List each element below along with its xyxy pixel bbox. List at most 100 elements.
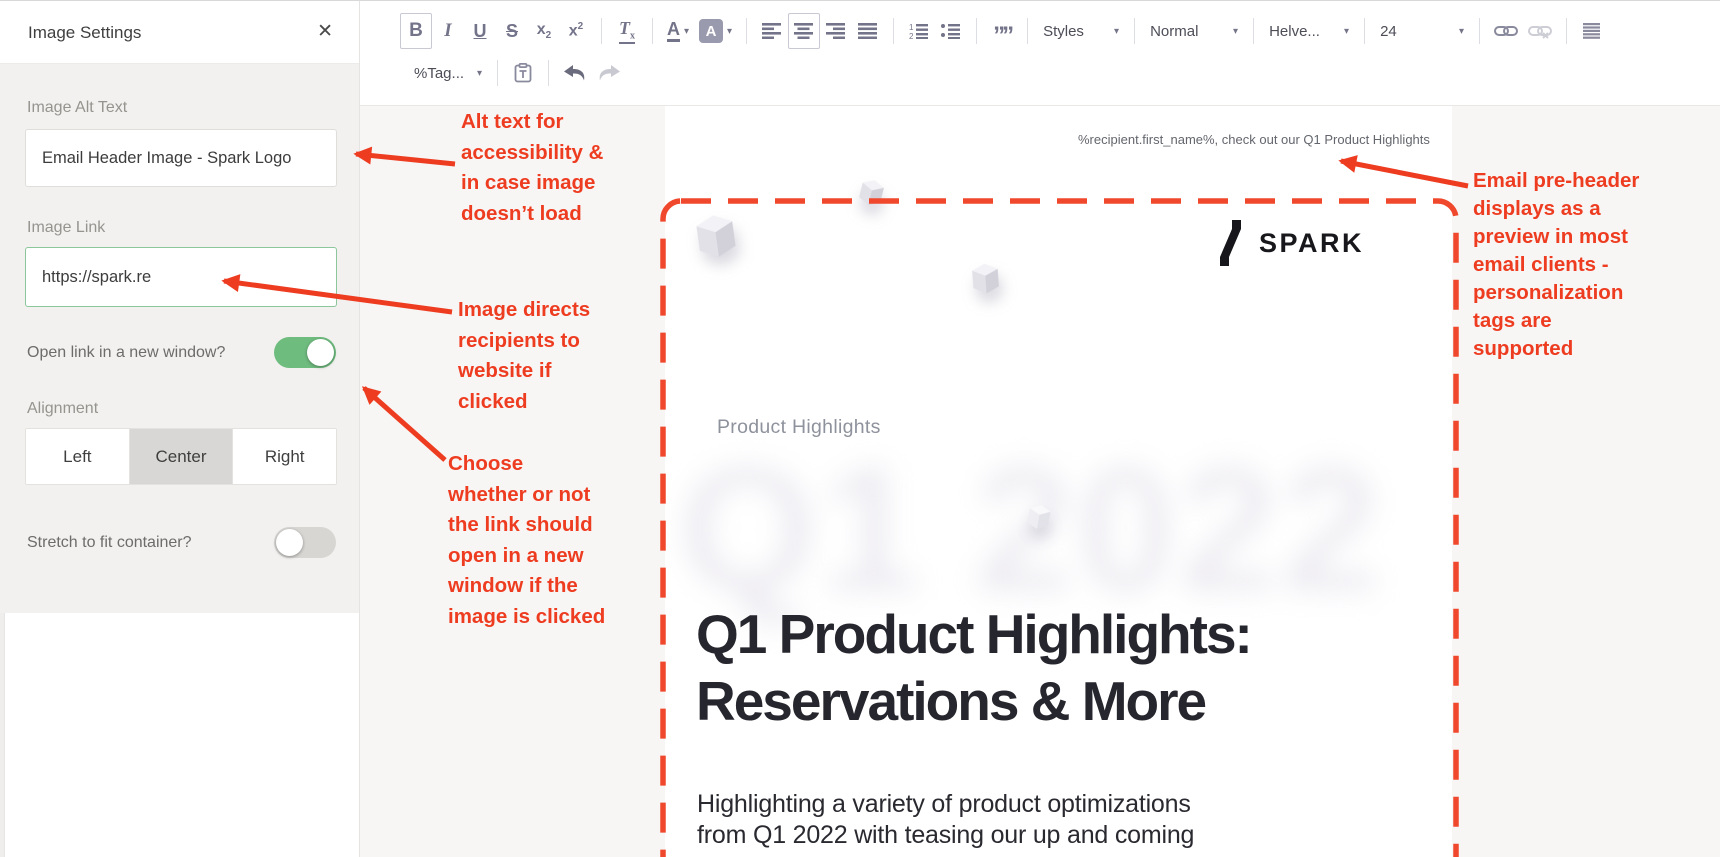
chevron-down-icon: ▾ — [684, 25, 690, 37]
toolbar-separator — [746, 18, 748, 44]
remove-link-button[interactable] — [1523, 13, 1557, 49]
bullet-list-button[interactable] — [935, 13, 967, 49]
spark-logo-icon — [1220, 220, 1241, 266]
font-size-dropdown[interactable]: 24 ▾ — [1374, 13, 1470, 49]
numbered-list-button[interactable]: 12 — [903, 13, 935, 49]
toolbar-separator — [1134, 18, 1136, 44]
bold-icon: B — [409, 20, 423, 41]
strikethrough-button[interactable]: S — [496, 13, 528, 49]
email-editor-app: Image Settings ✕ Image Alt Text Image Li… — [0, 0, 1720, 857]
bullet-list-icon — [941, 24, 961, 39]
numbered-list-icon: 12 — [909, 23, 929, 39]
chevron-down-icon: ▾ — [1459, 25, 1465, 37]
justify-button[interactable] — [852, 13, 884, 49]
superscript-button[interactable]: x2 — [560, 13, 592, 49]
email-heading: Q1 Product Highlights: Reservations & Mo… — [696, 601, 1253, 735]
new-window-toggle[interactable] — [274, 337, 336, 368]
line-height-icon — [1583, 23, 1601, 39]
alt-text-input[interactable] — [25, 129, 337, 187]
alt-text-label: Image Alt Text — [27, 99, 128, 116]
panel-body: Image Alt Text Image Link Open link in a… — [0, 64, 359, 613]
redo-button[interactable] — [592, 55, 626, 91]
email-preheader-text[interactable]: %recipient.first_name%, check out our Q1… — [1078, 132, 1430, 147]
undo-icon — [564, 65, 585, 81]
chevron-down-icon: ▾ — [1233, 25, 1239, 37]
email-heading-line1: Q1 Product Highlights: — [696, 603, 1253, 665]
background-color-button[interactable]: A ▾ — [694, 13, 737, 49]
superscript-icon: x2 — [568, 21, 584, 40]
toggle-knob — [276, 529, 303, 556]
email-body-line1: Highlighting a variety of product optimi… — [697, 790, 1191, 818]
toolbar-separator — [652, 18, 653, 44]
undo-button[interactable] — [558, 55, 592, 91]
image-settings-panel: Image Settings ✕ Image Alt Text Image Li… — [0, 1, 360, 857]
italic-icon: I — [444, 20, 452, 41]
font-dropdown[interactable]: Helve... ▾ — [1263, 13, 1355, 49]
toolbar-separator — [497, 60, 498, 86]
toolbar-separator — [1364, 18, 1366, 44]
chevron-down-icon: ▾ — [727, 25, 733, 37]
paste-clipboard-icon — [514, 63, 532, 83]
svg-text:2: 2 — [909, 32, 914, 39]
toolbar-separator — [1479, 18, 1481, 44]
new-window-label: Open link in a new window? — [27, 344, 226, 361]
spark-logo: SPARK — [1220, 220, 1364, 266]
strikethrough-icon: S — [505, 20, 518, 41]
annotation-new-window: Choose whether or not the link should op… — [448, 452, 606, 628]
align-left-button[interactable] — [756, 13, 788, 49]
align-center-button[interactable]: Center — [129, 429, 234, 484]
annotation-preheader: Email pre-header displays as a preview i… — [1473, 169, 1640, 360]
bold-button[interactable]: B — [400, 13, 432, 49]
panel-header: Image Settings ✕ — [0, 1, 359, 64]
rich-text-toolbar: B I U S x2 x2 Tx A ▾ A ▾ 1 2 ”” Styles ▾… — [360, 1, 1720, 106]
toolbar-separator — [1027, 18, 1029, 44]
unlink-icon — [1528, 26, 1553, 39]
chevron-down-icon: ▾ — [1344, 25, 1350, 37]
chevron-down-icon: ▾ — [1114, 25, 1120, 37]
align-center-icon — [794, 23, 814, 39]
merge-tag-dropdown[interactable]: %Tag... ▾ — [408, 55, 488, 91]
email-heading-line2: Reservations & More — [696, 670, 1207, 732]
align-right-button[interactable] — [820, 13, 852, 49]
background-color-icon: A — [699, 19, 724, 43]
link-icon — [1494, 26, 1519, 36]
toolbar-separator — [893, 18, 895, 44]
paste-as-text-button[interactable] — [507, 55, 539, 91]
insert-link-button[interactable] — [1489, 13, 1523, 49]
alignment-label: Alignment — [27, 400, 99, 417]
panel-title: Image Settings — [28, 23, 142, 42]
close-icon[interactable]: ✕ — [317, 21, 333, 43]
redo-icon — [599, 65, 620, 81]
underline-icon: U — [473, 20, 487, 41]
clear-formatting-button[interactable]: Tx — [611, 13, 643, 49]
annotation-alt-text: Alt text for accessibility & in case ima… — [461, 110, 604, 225]
underline-button[interactable]: U — [464, 13, 496, 49]
align-left-icon — [762, 23, 782, 39]
image-link-input[interactable] — [25, 247, 337, 307]
email-kicker-text: Product Highlights — [717, 416, 881, 438]
stretch-toggle[interactable] — [274, 527, 336, 558]
alignment-segmented-control: Left Center Right — [25, 428, 337, 485]
chevron-down-icon: ▾ — [476, 67, 482, 79]
italic-button[interactable]: I — [432, 13, 464, 49]
image-link-label: Image Link — [27, 219, 106, 236]
cube-decoration — [972, 263, 999, 294]
toolbar-separator — [976, 18, 978, 44]
text-color-icon: A — [667, 20, 680, 42]
blockquote-button[interactable]: ”” — [986, 13, 1018, 49]
subscript-button[interactable]: x2 — [528, 13, 560, 49]
text-color-button[interactable]: A ▾ — [662, 13, 694, 49]
blockquote-icon: ”” — [993, 22, 1014, 49]
align-right-button[interactable]: Right — [233, 429, 336, 484]
paragraph-format-dropdown[interactable]: Normal ▾ — [1144, 13, 1244, 49]
align-right-icon — [826, 23, 846, 39]
stretch-label: Stretch to fit container? — [27, 534, 192, 551]
align-center-button[interactable] — [788, 13, 821, 49]
toolbar-separator — [1566, 18, 1568, 44]
align-left-button[interactable]: Left — [26, 429, 130, 484]
email-body-line2: from Q1 2022 with teasing our up and com… — [697, 821, 1195, 849]
line-height-button[interactable] — [1576, 13, 1608, 49]
toolbar-separator — [601, 18, 602, 44]
styles-dropdown[interactable]: Styles ▾ — [1037, 13, 1125, 49]
justify-icon — [858, 23, 878, 39]
